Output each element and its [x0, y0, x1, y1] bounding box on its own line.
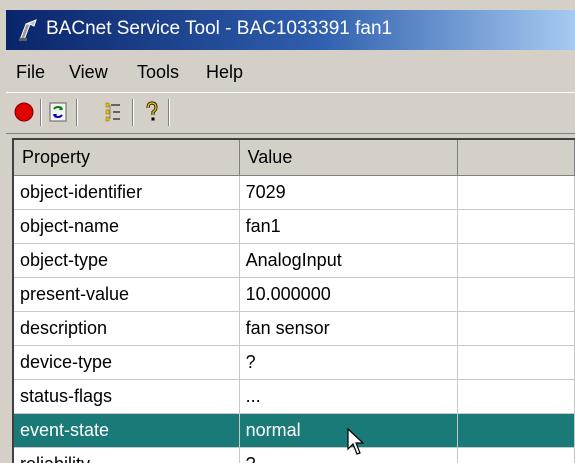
column-header-value[interactable]: Value [239, 140, 459, 176]
empty-cell [457, 311, 575, 346]
stop-icon[interactable] [12, 100, 36, 124]
toolbar [6, 92, 575, 134]
column-header-property[interactable]: Property [14, 140, 240, 176]
table-row-selected[interactable]: event-state normal [14, 413, 575, 448]
value-cell[interactable]: 10.000000 [239, 277, 459, 312]
title-bar[interactable]: BACnet Service Tool - BAC1033391 fan1 [6, 10, 575, 50]
property-cell: event-state [14, 413, 240, 448]
table-row[interactable]: present-value 10.000000 [14, 277, 575, 312]
table-row[interactable]: object-type AnalogInput [14, 243, 575, 278]
value-cell[interactable]: 7029 [239, 175, 459, 210]
empty-cell [457, 277, 575, 312]
table-row[interactable]: status-flags ... [14, 379, 575, 414]
value-cell[interactable]: ? [239, 447, 459, 463]
empty-cell [457, 175, 575, 210]
property-cell: object-type [14, 243, 240, 278]
property-cell: device-type [14, 345, 240, 380]
value-cell[interactable]: ... [239, 379, 459, 414]
help-icon[interactable] [140, 100, 164, 124]
toolbar-separator [40, 99, 42, 126]
property-cell: description [14, 311, 240, 346]
value-cell[interactable]: fan sensor [239, 311, 459, 346]
property-table: Property Value object-identifier 7029 ob… [14, 140, 575, 463]
app-window: BACnet Service Tool - BAC1033391 fan1 Fi… [0, 0, 575, 463]
table-header: Property Value [14, 140, 575, 176]
table-row[interactable]: device-type ? [14, 345, 575, 380]
toolbar-separator [76, 99, 78, 126]
empty-cell [457, 447, 575, 463]
property-cell: status-flags [14, 379, 240, 414]
table-row[interactable]: reliability ? [14, 447, 575, 463]
property-cell: object-identifier [14, 175, 240, 210]
toolbar-separator [132, 99, 134, 126]
app-icon [19, 19, 37, 41]
empty-cell [457, 413, 575, 448]
property-cell: object-name [14, 209, 240, 244]
value-cell[interactable]: normal [239, 413, 459, 448]
window-title: BACnet Service Tool - BAC1033391 fan1 [46, 18, 393, 39]
value-cell[interactable]: AnalogInput [239, 243, 459, 278]
menu-file[interactable]: File [16, 62, 45, 83]
tree-view-icon[interactable] [102, 100, 126, 124]
table-row[interactable]: description fan sensor [14, 311, 575, 346]
menu-help[interactable]: Help [206, 62, 243, 83]
value-cell[interactable]: ? [239, 345, 459, 380]
table-row[interactable]: object-identifier 7029 [14, 175, 575, 210]
property-grid[interactable]: Property Value object-identifier 7029 ob… [12, 138, 575, 463]
menu-bar: File View Tools Help [6, 52, 575, 92]
menu-view[interactable]: View [69, 62, 108, 83]
table-row[interactable]: object-name fan1 [14, 209, 575, 244]
menu-tools[interactable]: Tools [137, 62, 179, 83]
column-header-empty[interactable] [457, 140, 575, 176]
empty-cell [457, 345, 575, 380]
toolbar-separator [168, 99, 170, 126]
property-cell: reliability [14, 447, 240, 463]
empty-cell [457, 209, 575, 244]
refresh-icon[interactable] [46, 100, 70, 124]
empty-cell [457, 243, 575, 278]
empty-cell [457, 379, 575, 414]
property-cell: present-value [14, 277, 240, 312]
value-cell[interactable]: fan1 [239, 209, 459, 244]
